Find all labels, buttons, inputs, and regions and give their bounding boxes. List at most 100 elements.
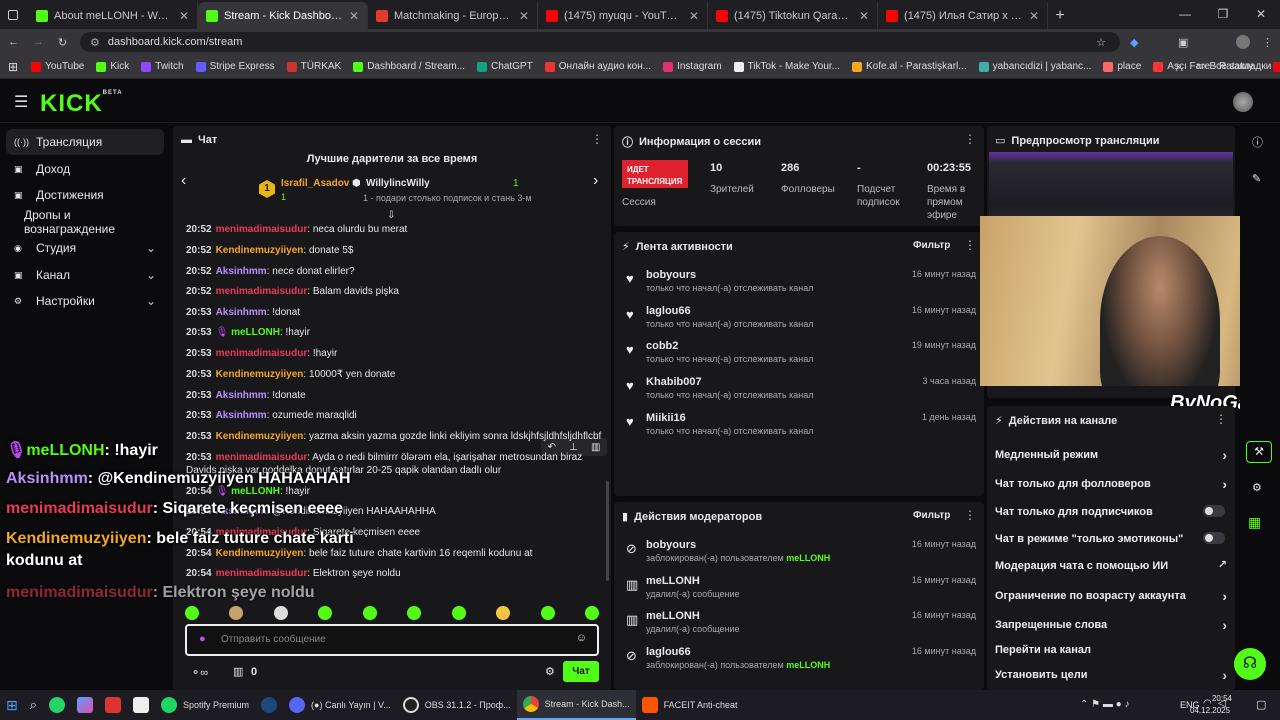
tray-icons[interactable]: ⌃ ⚑ ▬ ● ♪ xyxy=(1080,699,1130,710)
message-username[interactable]: menimadimaisudur xyxy=(216,568,308,579)
back-icon[interactable]: ← xyxy=(8,36,19,48)
chat-message[interactable]: 20:53 Kendinemuzyiiyen: yazma aksin yazma… xyxy=(186,431,601,442)
forward-icon[interactable]: → xyxy=(33,36,44,48)
toggle-switch[interactable] xyxy=(1203,532,1225,544)
activity-user[interactable]: Miikii16 xyxy=(646,412,686,424)
chat-input[interactable]: ● Отправить сообщение ☺ xyxy=(185,624,599,656)
channel-action-item[interactable]: Медленный режим › xyxy=(995,447,1227,463)
message-username[interactable]: Kendinemuzyiiyen xyxy=(216,369,304,380)
clock-date[interactable]: 04.12.2025 xyxy=(1190,706,1230,715)
gifter-2-name[interactable]: WillylincWilly xyxy=(366,178,430,189)
emote-icon[interactable] xyxy=(229,606,244,620)
channel-action-item[interactable]: Чат только для фолловеров › xyxy=(995,476,1227,492)
channel-action-item[interactable]: Ограничение по возрасту аккаунта › xyxy=(995,588,1227,604)
bookmark-item[interactable]: ChatGPT xyxy=(477,61,533,72)
emote-icon[interactable] xyxy=(362,606,377,620)
mod-action-item[interactable]: ⊘ laglou66 заблокирован(-а) пользователем … xyxy=(620,646,980,680)
taskbar-item-chrome[interactable]: Stream - Kick Dash... xyxy=(516,690,636,720)
bookmark-item[interactable]: Kofe.al - Parastişkarl... xyxy=(852,61,967,72)
capcut-icon[interactable] xyxy=(127,690,155,720)
gifters-prev-icon[interactable]: ‹ xyxy=(181,172,186,190)
sidebar-item[interactable]: ▣ Канал ⌄ xyxy=(6,262,164,288)
chat-message[interactable]: 20:53 menimadimaisudur: !hayir xyxy=(186,348,337,359)
mod-actor[interactable]: meLLONH xyxy=(786,660,830,670)
clock-time[interactable]: 20:54 xyxy=(1210,694,1232,703)
browser-tab[interactable]: Stream - Kick Dashboard ✕ xyxy=(198,2,368,29)
message-username[interactable]: menimadimaisudur xyxy=(216,452,308,463)
points-icon[interactable]: ⚬∞ xyxy=(191,666,208,679)
message-username[interactable]: Aksinhmm xyxy=(216,307,267,318)
tab-close-icon[interactable]: ✕ xyxy=(859,9,869,23)
chat-message[interactable]: 20:53 Kendinemuzyiiyen: 10000₹ yen donate xyxy=(186,369,395,380)
maximize-icon[interactable]: ❐ xyxy=(1204,0,1242,29)
mod-target-user[interactable]: meLLONH xyxy=(646,575,700,587)
mod-actor[interactable]: meLLONH xyxy=(786,553,830,563)
emote-icon[interactable] xyxy=(273,606,288,620)
channel-action-item[interactable]: Чат в режиме "только эмотиконы" xyxy=(995,532,1227,545)
chat-message[interactable]: 20:52 menimadimaisudur: Balam davids pişk… xyxy=(186,286,399,297)
sidebar-item[interactable]: ((·)) Трансляция xyxy=(6,129,164,155)
bookmark-item[interactable]: Dashboard / Stream... xyxy=(353,61,465,72)
browser-tab[interactable]: Matchmaking - Europe 5v5 Qu ✕ xyxy=(368,2,538,29)
message-username[interactable]: meLLONH xyxy=(231,327,280,338)
tab-close-icon[interactable]: ✕ xyxy=(349,9,359,23)
browser-tab[interactable]: (1475) Илья Сатир x Юрий Га ✕ xyxy=(878,2,1048,29)
steam-icon[interactable] xyxy=(255,690,283,720)
sidebar-item[interactable]: ▣ Доход xyxy=(6,156,164,182)
pin-icon[interactable]: ⊥ xyxy=(569,442,578,453)
sidebar-item[interactable]: ⚙ Настройки ⌄ xyxy=(6,288,164,314)
activity-user[interactable]: laglou66 xyxy=(646,305,691,317)
bookmark-item[interactable]: YouTube xyxy=(31,61,84,72)
bookmarks-overflow-icon[interactable]: » xyxy=(1176,61,1182,72)
delete-message-icon[interactable]: ▥ xyxy=(591,442,600,453)
taskbar-item-discord[interactable]: (●) Canlı Yayın | V... xyxy=(283,690,397,720)
profile-icon[interactable] xyxy=(1236,35,1250,49)
emoji-picker-icon[interactable]: ☺ xyxy=(576,632,587,644)
tab-close-icon[interactable]: ✕ xyxy=(519,9,529,23)
mod-action-item[interactable]: ▥ meLLONH удалил(-а) сообщение 16 минут наз… xyxy=(620,610,980,644)
activity-item[interactable]: ♥ laglou66 только что начал(-а) отслеживат… xyxy=(620,305,980,339)
browser-tab[interactable]: (1475) Tiktokun Qaranlıq Üzü ✕ xyxy=(708,2,878,29)
pinned-scroll-icon[interactable]: ⇩ xyxy=(387,210,395,221)
hamburger-menu-icon[interactable]: ☰ xyxy=(14,92,28,112)
mod-action-item[interactable]: ▥ meLLONH удалил(-а) сообщение 16 минут наз… xyxy=(620,575,980,609)
wrench-icon[interactable]: ⚒ xyxy=(1246,441,1272,463)
message-username[interactable]: menimadimaisudur xyxy=(216,348,308,359)
notification-icon[interactable]: ▢ xyxy=(1256,698,1266,711)
activity-filter[interactable]: Фильтр xyxy=(913,240,950,251)
reload-icon[interactable]: ↻ xyxy=(58,36,67,49)
message-username[interactable]: Aksinhmm xyxy=(216,266,267,277)
bookmark-item[interactable]: Онлайн аудио кон... xyxy=(544,61,651,72)
emote-icon[interactable] xyxy=(407,606,422,620)
chat-message[interactable]: 20:54 Kendinemuzyiiyen: bele faiz tuture … xyxy=(186,548,532,559)
mod-target-user[interactable]: meLLONH xyxy=(646,610,700,622)
emote-icon[interactable] xyxy=(318,606,333,620)
bookmark-item[interactable]: Kick xyxy=(96,61,129,72)
browser-tab[interactable]: About meLLONH - Watch Live o ✕ xyxy=(28,2,198,29)
taskbar-item-faceit[interactable]: FACEIT Anti-cheat xyxy=(636,690,744,720)
chat-message[interactable]: 20:52 Kendinemuzyiiyen: donate 5$ xyxy=(186,245,353,256)
channel-action-item[interactable]: Модерация чата с помощью ИИ ↗ xyxy=(995,559,1227,572)
taskbar-search-icon[interactable]: ⌕ xyxy=(24,690,43,720)
channel-action-item[interactable]: Перейти на канал xyxy=(995,644,1227,656)
taskbar-item-obs[interactable]: OBS 31.1.2 - Проф... xyxy=(397,690,517,720)
message-username[interactable]: menimadimaisudur xyxy=(216,224,308,235)
message-username[interactable]: Kendinemuzyiiyen xyxy=(216,431,304,442)
clapper-icon[interactable]: ▦ xyxy=(1248,514,1261,531)
sidebar-item[interactable]: ◉ Студия ⌄ xyxy=(6,235,164,261)
toggle-switch[interactable] xyxy=(1203,505,1225,517)
session-options-icon[interactable]: ⋮ xyxy=(964,132,976,146)
store-icon[interactable]: ▥ xyxy=(233,665,243,678)
mod-action-item[interactable]: ⊘ bobyours заблокирован(-а) пользователем … xyxy=(620,539,980,573)
activity-user[interactable]: cobb2 xyxy=(646,340,678,352)
chat-message[interactable]: 20:52 Aksinhmm: nece donat elirler? xyxy=(186,266,355,277)
edit-icon[interactable]: ✎ xyxy=(1252,172,1261,185)
app-red-icon[interactable] xyxy=(99,690,127,720)
gifters-next-icon[interactable]: › xyxy=(593,172,598,190)
message-username[interactable]: menimadimaisudur xyxy=(216,286,308,297)
chat-message[interactable]: 20:53 Aksinhmm: !donate xyxy=(186,390,306,401)
bookmark-item[interactable]: Netflix xyxy=(1273,61,1280,72)
mod-options-icon[interactable]: ⋮ xyxy=(964,508,976,522)
message-username[interactable]: Aksinhmm xyxy=(216,410,267,421)
chat-options-icon[interactable]: ⋮ xyxy=(591,132,603,146)
